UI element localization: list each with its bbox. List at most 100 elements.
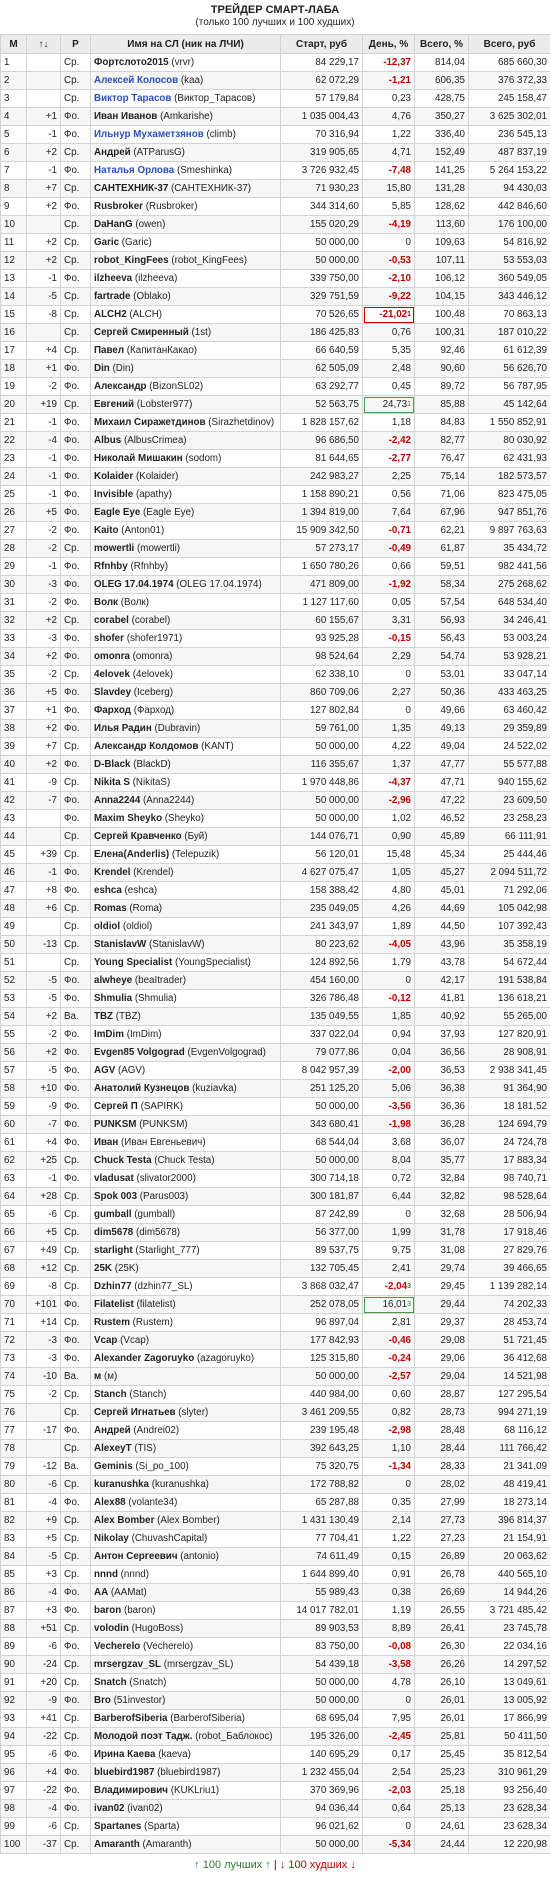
trader-name-link[interactable]: Amaranth xyxy=(94,1839,140,1850)
trader-name-link[interactable]: Maxim Sheyko xyxy=(94,813,162,824)
trader-name-link[interactable]: Rusbroker xyxy=(94,201,143,212)
trader-name-link[interactable]: Shmulia xyxy=(94,993,132,1004)
trader-name-link[interactable]: Anna2244 xyxy=(94,795,140,806)
col-total-rub[interactable]: Всего, руб xyxy=(468,34,550,54)
trader-name-link[interactable]: Invisible xyxy=(94,489,133,500)
trader-name-link[interactable]: Александр Колдомов xyxy=(94,741,198,752)
trader-name-link[interactable]: Garic xyxy=(94,237,119,248)
trader-name-link[interactable]: Evgen85 Volgograd xyxy=(94,1047,185,1058)
trader-name-link[interactable]: Albus xyxy=(94,435,121,446)
col-change[interactable]: ↑↓ xyxy=(26,34,61,54)
col-start[interactable]: Старт, руб xyxy=(280,34,363,54)
trader-name-link[interactable]: Krendel xyxy=(94,867,130,878)
trader-name-link[interactable]: AGV xyxy=(94,1065,115,1076)
trader-name-link[interactable]: Сергей Игнатьев xyxy=(94,1407,176,1418)
trader-name-link[interactable]: Евгений xyxy=(94,399,134,410)
trader-name-link[interactable]: Din xyxy=(94,363,110,374)
trader-name-link[interactable]: gumball xyxy=(94,1209,132,1220)
trader-name-link[interactable]: Волк xyxy=(94,597,118,608)
trader-name-link[interactable]: Dzhin77 xyxy=(94,1281,132,1292)
trader-name-link[interactable]: Geminis xyxy=(94,1461,133,1472)
trader-name-link[interactable]: oldiol xyxy=(94,921,120,932)
trader-name-link[interactable]: Андрей xyxy=(94,147,131,158)
trader-name-link[interactable]: ImDim xyxy=(94,1029,124,1040)
trader-name-link[interactable]: AlexeyT xyxy=(94,1443,132,1454)
trader-name-link[interactable]: Snatch xyxy=(94,1677,127,1688)
trader-name-link[interactable]: DaHanG xyxy=(94,219,133,230)
trader-name-link[interactable]: StanislavW xyxy=(94,939,146,950)
trader-name-link[interactable]: Chuck Testa xyxy=(94,1155,152,1166)
trader-name-link[interactable]: Vcap xyxy=(94,1335,117,1346)
trader-name-link[interactable]: volodin xyxy=(94,1623,129,1634)
trader-name-link[interactable]: Rfnhby xyxy=(94,561,128,572)
trader-name-link[interactable]: Romas xyxy=(94,903,127,914)
trader-name-link[interactable]: Илья Радин xyxy=(94,723,152,734)
best-100-link[interactable]: ↑ 100 лучших ↑ xyxy=(194,1859,271,1871)
trader-name-link[interactable]: Eagle Eye xyxy=(94,507,140,518)
trader-name-link[interactable]: Александр xyxy=(94,381,147,392)
trader-name-link[interactable]: omonra xyxy=(94,651,130,662)
col-name[interactable]: Имя на СЛ (ник на ЛЧИ) xyxy=(90,34,281,54)
trader-name-link[interactable]: 25K xyxy=(94,1263,112,1274)
trader-name-link[interactable]: Иван Иванов xyxy=(94,111,157,122)
trader-name-link[interactable]: Павел xyxy=(94,345,124,356)
col-rank[interactable]: М xyxy=(0,34,27,54)
col-total-pct[interactable]: Всего, % xyxy=(414,34,469,54)
trader-name-link[interactable]: Ильнур Мухаметзянов xyxy=(94,129,204,140)
trader-name-link[interactable]: bluebird1987 xyxy=(94,1767,154,1778)
trader-name-link[interactable]: Иван xyxy=(94,1137,118,1148)
trader-name-link[interactable]: dim5678 xyxy=(94,1227,133,1238)
trader-name-link[interactable]: Молодой поэт Тадж. xyxy=(94,1731,192,1742)
trader-name-link[interactable]: Alex Bomber xyxy=(94,1515,154,1526)
trader-name-link[interactable]: 4elovek xyxy=(94,669,130,680)
trader-name-link[interactable]: mrsergzav_SL xyxy=(94,1659,161,1670)
trader-name-link[interactable]: Slavdey xyxy=(94,687,131,698)
col-day[interactable]: День, % xyxy=(362,34,415,54)
trader-name-link[interactable]: Stanch xyxy=(94,1389,127,1400)
trader-name-link[interactable]: Filatelist xyxy=(94,1299,134,1310)
trader-name-link[interactable]: starlight xyxy=(94,1245,133,1256)
trader-name-link[interactable]: Ирина Каева xyxy=(94,1749,155,1760)
trader-name-link[interactable]: Bro xyxy=(94,1695,111,1706)
trader-name-link[interactable]: Николай Мишакин xyxy=(94,453,183,464)
trader-name-link[interactable]: Nikita S xyxy=(94,777,130,788)
trader-name-link[interactable]: Nikolay xyxy=(94,1533,129,1544)
trader-name-link[interactable]: Антон Сергеевич xyxy=(94,1551,178,1562)
trader-name-link[interactable]: PUNKSM xyxy=(94,1119,136,1130)
trader-name-link[interactable]: ivan02 xyxy=(94,1803,125,1814)
trader-name-link[interactable]: AA xyxy=(94,1587,108,1598)
trader-name-link[interactable]: OLEG 17.04.1974 xyxy=(94,579,174,590)
trader-name-link[interactable]: ilzheeva xyxy=(94,273,132,284)
trader-name-link[interactable]: Сергей Смиренный xyxy=(94,327,189,338)
trader-name-link[interactable]: Наталья Орлова xyxy=(94,165,174,176)
trader-name-link[interactable]: Young Specialist xyxy=(94,957,172,968)
trader-name-link[interactable]: Alexander Zagoruyko xyxy=(94,1353,194,1364)
trader-name-link[interactable]: Kolaider xyxy=(94,471,133,482)
trader-name-link[interactable]: Spok 003 xyxy=(94,1191,137,1202)
trader-name-link[interactable]: corabel xyxy=(94,615,129,626)
trader-name-link[interactable]: Владимирович xyxy=(94,1785,168,1796)
trader-name-link[interactable]: Елена(Anderlis) xyxy=(94,849,169,860)
trader-name-link[interactable]: mowertli xyxy=(94,543,134,554)
trader-name-link[interactable]: D-Black xyxy=(94,759,130,770)
trader-name-link[interactable]: Kaito xyxy=(94,525,119,536)
trader-name-link[interactable]: м xyxy=(94,1371,101,1382)
trader-name-link[interactable]: ALCH2 xyxy=(94,309,127,320)
trader-name-link[interactable]: TBZ xyxy=(94,1011,113,1022)
trader-name-link[interactable]: vladusat xyxy=(94,1173,134,1184)
trader-name-link[interactable]: САНТЕХНИК-37 xyxy=(94,183,168,194)
trader-name-link[interactable]: kuranushka xyxy=(94,1479,149,1490)
trader-name-link[interactable]: baron xyxy=(94,1605,121,1616)
trader-name-link[interactable]: Анатолий Кузнецов xyxy=(94,1083,189,1094)
worst-100-link[interactable]: ↓ 100 худших ↓ xyxy=(280,1859,356,1871)
trader-name-link[interactable]: nnnd xyxy=(94,1569,118,1580)
trader-name-link[interactable]: Андрей xyxy=(94,1425,131,1436)
trader-name-link[interactable]: shofer xyxy=(94,633,124,644)
trader-name-link[interactable]: Алексей Колосов xyxy=(94,75,178,86)
trader-name-link[interactable]: robot_KingFees xyxy=(94,255,169,266)
trader-name-link[interactable]: Vecherelo xyxy=(94,1641,140,1652)
trader-name-link[interactable]: Rustem xyxy=(94,1317,130,1328)
trader-name-link[interactable]: Виктор Тарасов xyxy=(94,93,171,104)
trader-name-link[interactable]: fartrade xyxy=(94,291,130,302)
col-market[interactable]: Р xyxy=(60,34,91,54)
